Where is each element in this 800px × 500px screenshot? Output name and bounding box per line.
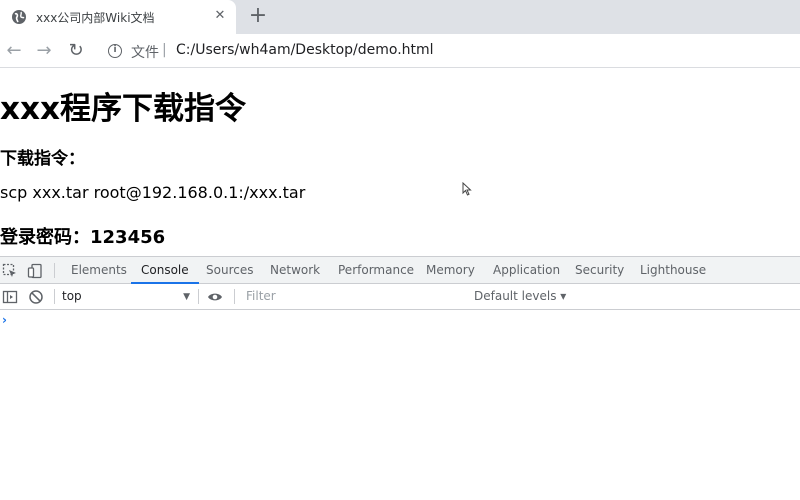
tab-security[interactable]: Security — [575, 257, 624, 284]
console-prompt[interactable]: › — [2, 313, 7, 327]
browser-tab[interactable]: xxx公司内部Wiki文档 ✕ — [0, 0, 236, 34]
tab-title: xxx公司内部Wiki文档 — [36, 11, 155, 25]
back-arrow-icon[interactable]: ← — [4, 41, 24, 61]
sidebar-toggle-icon[interactable] — [2, 289, 18, 305]
tab-strip: xxx公司内部Wiki文档 ✕ + — [0, 0, 800, 34]
info-icon[interactable]: i — [108, 44, 122, 58]
reload-icon[interactable]: ↻ — [66, 41, 86, 61]
clear-console-icon[interactable] — [28, 289, 44, 305]
page-heading: xxx程序下载指令 — [0, 91, 246, 127]
page-content: xxx程序下载指令 下载指令： scp xxx.tar root@192.168… — [0, 69, 800, 256]
tab-application[interactable]: Application — [493, 257, 560, 284]
new-tab-button[interactable]: + — [248, 5, 268, 27]
devtools-panel: Elements Console Sources Network Perform… — [0, 256, 800, 500]
forward-arrow-icon[interactable]: → — [34, 41, 54, 61]
mouse-cursor-icon — [462, 182, 472, 196]
live-expression-eye-icon[interactable] — [207, 289, 223, 305]
tab-network[interactable]: Network — [270, 257, 320, 284]
tab-console[interactable]: Console — [131, 257, 199, 284]
toolbar-divider — [54, 289, 55, 304]
command-label: 下载指令： — [0, 149, 85, 169]
close-tab-icon[interactable]: ✕ — [212, 8, 228, 24]
tab-lighthouse[interactable]: Lighthouse — [640, 257, 706, 284]
toolbar-divider — [54, 263, 55, 278]
browser-toolbar: ← → ↻ i 文件 | C:/Users/wh4am/Desktop/demo… — [0, 34, 800, 68]
globe-icon — [12, 10, 26, 24]
device-toolbar-icon[interactable] — [27, 263, 43, 279]
tab-elements[interactable]: Elements — [71, 257, 127, 284]
dropdown-arrow-icon: ▼ — [183, 292, 190, 302]
tab-sources[interactable]: Sources — [206, 257, 253, 284]
password-line: 登录密码：123456 — [0, 227, 166, 248]
devtools-tab-bar: Elements Console Sources Network Perform… — [0, 257, 800, 284]
inspect-element-icon[interactable] — [2, 263, 18, 279]
context-value: top — [62, 289, 82, 303]
command-text: scp xxx.tar root@192.168.0.1:/xxx.tar — [0, 183, 306, 202]
tab-performance[interactable]: Performance — [338, 257, 414, 284]
toolbar-divider — [234, 289, 235, 304]
url-separator: | — [162, 42, 167, 58]
log-levels-dropdown[interactable]: Default levels ▾ — [474, 289, 566, 303]
console-toolbar: top ▼ Filter Default levels ▾ — [0, 284, 800, 310]
toolbar-divider — [198, 289, 199, 304]
address-bar[interactable]: C:/Users/wh4am/Desktop/demo.html — [176, 42, 434, 58]
filter-input[interactable]: Filter — [246, 289, 276, 303]
tab-memory[interactable]: Memory — [426, 257, 475, 284]
file-label: 文件 — [131, 45, 159, 61]
context-select[interactable]: top ▼ — [62, 289, 190, 305]
